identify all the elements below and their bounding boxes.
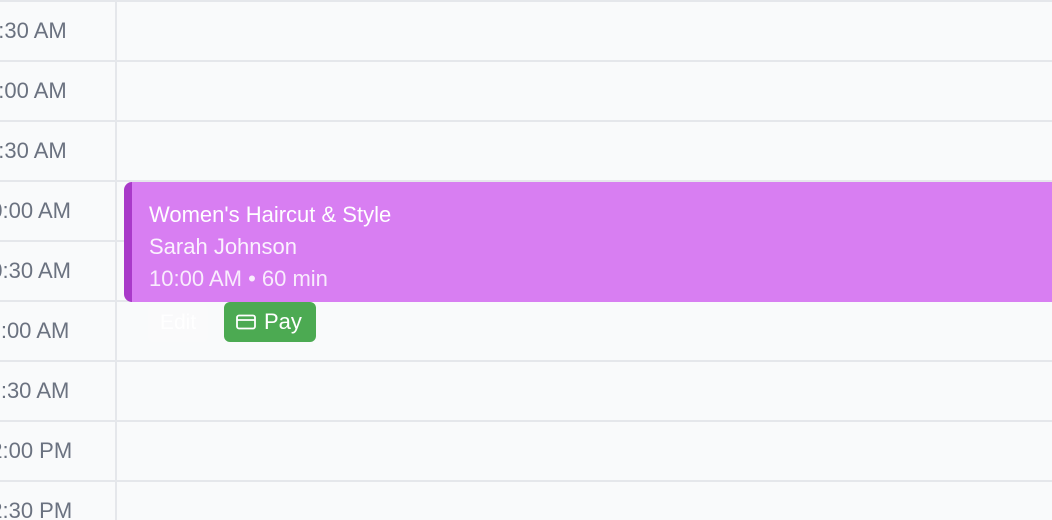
time-column: 8:30 AM 9:00 AM 9:30 AM 10:00 AM 10:30 A… xyxy=(0,0,117,520)
edit-button[interactable]: Edit xyxy=(148,304,209,342)
time-label: 10:30 AM xyxy=(0,258,71,283)
appointment-time: 10:00 AM • 60 min xyxy=(149,266,328,291)
slot-divider xyxy=(0,480,1052,482)
pay-button[interactable]: Pay xyxy=(224,302,316,342)
time-label: 9:00 AM xyxy=(0,78,67,103)
slot-divider xyxy=(0,0,1052,2)
time-label: 8:30 AM xyxy=(0,18,67,43)
slot-divider xyxy=(0,60,1052,62)
time-label: 12:30 PM xyxy=(0,498,73,520)
slot-divider xyxy=(0,120,1052,122)
pay-label: Pay xyxy=(264,309,302,334)
appointment-service: Women's Haircut & Style xyxy=(149,202,392,227)
time-label: 12:00 PM xyxy=(0,438,73,463)
day-calendar: 8:30 AM 9:00 AM 9:30 AM 10:00 AM 10:30 A… xyxy=(0,0,1052,520)
time-label: 10:00 AM xyxy=(0,198,71,223)
time-label: 11:30 AM xyxy=(0,378,70,403)
time-label: 9:30 AM xyxy=(0,138,67,163)
time-label: 11:00 AM xyxy=(0,318,70,343)
credit-card-icon xyxy=(236,314,256,330)
appointment-client: Sarah Johnson xyxy=(149,234,297,259)
appointment-card[interactable]: Women's Haircut & Style Sarah Johnson 10… xyxy=(124,182,1052,302)
slot-divider xyxy=(0,420,1052,422)
slot-divider xyxy=(0,360,1052,362)
